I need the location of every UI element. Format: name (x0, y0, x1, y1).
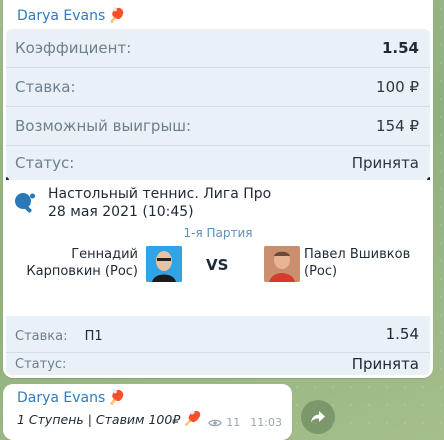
player2-name: Павел Вшивков (Рос) (304, 246, 430, 280)
stake-value: 100 ₽ (376, 78, 419, 96)
bet-label: Ставка: (15, 328, 68, 344)
event-status-row: Статус: Принята (6, 353, 430, 375)
event-status-value: Принята (351, 355, 419, 373)
coefficient-row: Коэффициент: 1.54 (6, 29, 430, 67)
event-date: 28 мая 2021 (10:45) (48, 204, 194, 220)
possible-win-value: 154 ₽ (376, 117, 419, 135)
sender-name-text: Darya Evans (17, 390, 106, 406)
bet-coefficient: 1.54 (385, 325, 419, 343)
bet-row: Ставка: П1 1.54 (6, 316, 430, 352)
player1-name: Геннадий Карповкин (Рос) (6, 246, 138, 280)
ping-pong-emoji: 🏓 (108, 8, 126, 24)
stake-row: Ставка: 100 ₽ (6, 68, 430, 106)
event-card: Настольный теннис. Лига Про 28 мая 2021 … (6, 180, 430, 316)
forward-button[interactable] (301, 400, 335, 434)
message-text: 1 Ступень | Ставим 100₽ 🏓 (17, 411, 201, 427)
sender-name-text: Darya Evans (17, 8, 106, 24)
possible-win-row: Возможный выигрыш: 154 ₽ (6, 107, 430, 145)
event-status-label: Статус: (15, 356, 67, 372)
message-meta: 11 11:03 (208, 416, 282, 429)
player1-last-name: Карповкин (Рос) (26, 264, 138, 279)
stake-label: Ставка: (15, 78, 76, 96)
eye-icon (208, 419, 223, 426)
player1-first-name: Геннадий (71, 247, 138, 262)
sender-name[interactable]: Darya Evans 🏓 (17, 6, 126, 26)
event-title: Настольный теннис. Лига Про (48, 186, 272, 202)
bet-outcome: П1 (84, 328, 103, 344)
coefficient-label: Коэффициент: (15, 39, 132, 57)
player2-photo (264, 246, 300, 282)
ping-pong-emoji: 🏓 (183, 411, 201, 427)
table-tennis-icon (15, 193, 35, 213)
message-bubble-bet-ticket[interactable]: Darya Evans 🏓 Коэффициент: 1.54 Ставка: … (3, 0, 433, 378)
bet-ticket: Коэффициент: 1.54 Ставка: 100 ₽ Возможны… (6, 29, 430, 375)
status-value: Принята (351, 154, 419, 172)
player2-last-name: (Рос) (304, 264, 338, 279)
sender-name[interactable]: Darya Evans 🏓 (17, 390, 126, 406)
message-bubble-text[interactable]: Darya Evans 🏓 1 Ступень | Ставим 100₽ 🏓 … (3, 384, 292, 440)
player1-photo (146, 246, 182, 282)
possible-win-label: Возможный выигрыш: (15, 117, 192, 135)
message-text-body: 1 Ступень | Ставим 100₽ (17, 411, 181, 427)
view-count: 11 (226, 416, 241, 429)
event-round: 1-я Партия (183, 226, 253, 240)
player2-first-name: Павел Вшивков (304, 247, 411, 262)
bet-label-group: Ставка: П1 (15, 325, 103, 344)
status-row: Статус: Принята (6, 146, 430, 180)
ping-pong-emoji: 🏓 (108, 390, 126, 406)
coefficient-value: 1.54 (381, 39, 419, 57)
versus-label: VS (206, 256, 229, 274)
share-arrow-icon (311, 411, 325, 423)
message-time: 11:03 (250, 416, 282, 429)
status-label: Статус: (15, 154, 75, 172)
